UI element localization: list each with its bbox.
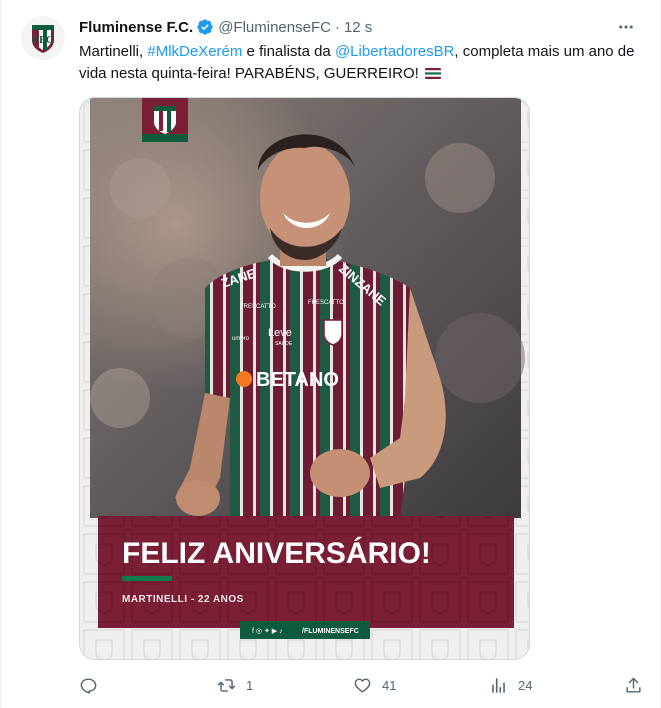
handle[interactable]: @FluminenseFC bbox=[218, 19, 331, 36]
headline-underline bbox=[122, 576, 172, 581]
tweet-text-part: e finalista da bbox=[242, 43, 335, 60]
social-pill: f ◎ ✦ ▶ ♪ /FLUMINENSEFC bbox=[240, 621, 370, 639]
shirt-patch: FRESCATTO bbox=[240, 304, 276, 310]
retweet-button[interactable]: 1 bbox=[217, 674, 253, 696]
verified-icon bbox=[197, 19, 213, 35]
views-count: 24 bbox=[518, 677, 533, 693]
tweet-image[interactable]: ZANE ZINZANE FRESCATTO FRESCATTO Leve SA… bbox=[79, 97, 530, 660]
reply-icon bbox=[80, 677, 97, 694]
views-icon bbox=[492, 677, 505, 693]
more-icon bbox=[619, 25, 633, 29]
shirt-brand-sub: SAÚDE bbox=[275, 340, 293, 347]
retweet-icon bbox=[217, 678, 236, 692]
retweet-count: 1 bbox=[246, 677, 254, 693]
shirt-sponsor: BETANO bbox=[256, 369, 339, 391]
like-button[interactable]: 41 bbox=[353, 674, 396, 696]
crest-logo-icon: FFC bbox=[21, 16, 65, 60]
timestamp[interactable]: 12 s bbox=[344, 19, 372, 36]
like-icon bbox=[354, 677, 371, 693]
tweet-card[interactable]: FFC Fluminense F.C. @FluminenseFC · 12 s… bbox=[0, 0, 661, 708]
action-bar: 1 41 24 bbox=[79, 674, 644, 696]
flag-icon bbox=[425, 68, 442, 79]
shirt-maker: umbro bbox=[232, 336, 250, 342]
share-button[interactable] bbox=[624, 674, 643, 696]
tweet-text-part: Martinelli, bbox=[79, 43, 148, 60]
headline-banner bbox=[98, 516, 514, 628]
shirt-brand: Leve bbox=[268, 327, 292, 339]
shirt-crest-icon bbox=[323, 319, 343, 346]
reply-button[interactable] bbox=[79, 674, 108, 696]
share-icon bbox=[626, 677, 641, 693]
avatar[interactable]: FFC bbox=[21, 16, 65, 60]
sponsor-logo-icon bbox=[236, 371, 252, 387]
svg-text:FFC: FFC bbox=[32, 34, 53, 46]
headline: FELIZ ANIVERSÁRIO! bbox=[122, 536, 431, 570]
more-button[interactable] bbox=[614, 17, 638, 37]
subline: MARTINELLI - 22 ANOS bbox=[122, 594, 244, 605]
display-name[interactable]: Fluminense F.C. bbox=[79, 19, 193, 36]
tweet-text: Martinelli, #MlkDeXerém e finalista da @… bbox=[79, 41, 644, 85]
social-handle: /FLUMINENSEFC bbox=[302, 628, 359, 635]
separator: · bbox=[334, 18, 340, 36]
club-badge-icon bbox=[142, 98, 188, 142]
birthday-graphic: ZANE ZINZANE FRESCATTO FRESCATTO Leve SA… bbox=[80, 98, 529, 659]
like-count: 41 bbox=[382, 677, 397, 693]
views-button[interactable]: 24 bbox=[489, 674, 532, 696]
tweet-header: Fluminense F.C. @FluminenseFC · 12 s bbox=[79, 17, 372, 37]
hashtag-link[interactable]: #MlkDeXerém bbox=[147, 43, 242, 60]
shirt-patch: FRESCATTO bbox=[308, 300, 344, 306]
social-icons: f ◎ ✦ ▶ ♪ bbox=[252, 627, 283, 635]
mention-link[interactable]: @LibertadoresBR bbox=[335, 43, 454, 60]
